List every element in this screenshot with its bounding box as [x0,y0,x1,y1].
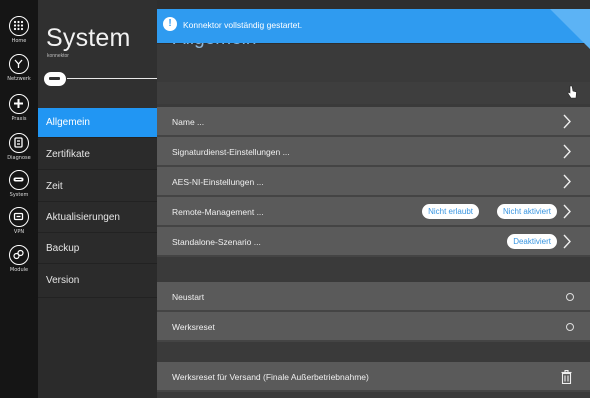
info-icon: ! [163,17,177,31]
actions-list: Neustart Werksreset [157,282,590,342]
rail-item-praxis[interactable]: Praxis [0,94,38,122]
setting-row-signaturdienst[interactable]: Signaturdienst-Einstellungen ... [157,137,590,167]
setting-row-remote-management[interactable]: Remote-Management ... Nicht erlaubt Nich… [157,197,590,227]
rail-item-netzwerk[interactable]: Netzwerk [0,54,38,82]
nav-item-version[interactable]: Version [38,266,157,298]
nav-item-zeit[interactable]: Zeit [38,172,157,202]
trash-icon[interactable] [561,370,572,384]
setting-row-aes-ni[interactable]: AES-NI-Einstellungen ... [157,167,590,197]
nav-item-zertifikate[interactable]: Zertifikate [38,140,157,170]
nav-item-allgemein[interactable]: Allgemein [38,108,157,138]
main-content: Allgemein ! Konnektor vollständig gestar… [157,0,590,398]
action-label: Werksreset [172,322,215,332]
rail-label: Netzwerk [7,76,31,82]
chevron-right-icon [563,174,571,189]
setting-label: Standalone-Szenario ... [172,237,261,247]
status-badge: Nicht erlaubt [422,204,479,219]
rail-label: Home [11,38,27,44]
rail-label: System [9,192,29,198]
status-badge: Nicht aktiviert [496,204,557,219]
section-nav: System konnektor Allgemein Zertifikate Z… [38,0,157,398]
app-rail: Home Netzwerk Praxis Diagnose System VPN [0,0,38,398]
banner-corner-ribbon [550,9,590,49]
connector-divider [67,78,157,79]
rail-label: Module [9,267,29,273]
rail-item-vpn[interactable]: VPN [0,207,38,235]
action-label: Neustart [172,292,205,302]
rail-item-diagnose[interactable]: Diagnose [0,133,38,161]
section-subtitle: konnektor [47,53,69,59]
action-row-neustart[interactable]: Neustart [157,282,590,312]
status-badge: Deaktiviert [507,234,557,249]
rail-label: Diagnose [7,155,31,161]
diagnose-icon [9,133,29,153]
action-row-werksreset-versand[interactable]: Werksreset für Versand (Finale Außerbetr… [157,362,590,392]
action-label: Werksreset für Versand (Finale Außerbetr… [172,372,369,382]
nav-item-aktualisierungen[interactable]: Aktualisierungen [38,203,157,233]
nav-item-backup[interactable]: Backup [38,234,157,264]
rail-label: VPN [13,229,25,235]
setting-label: AES-NI-Einstellungen ... [172,177,264,187]
rail-item-system[interactable]: System [0,170,38,198]
hand-cursor-icon [567,85,577,99]
content-toolbar [157,82,590,104]
connector-icon [44,72,66,86]
grid-icon [9,16,29,36]
setting-label: Signaturdienst-Einstellungen ... [172,147,290,157]
notification-banner[interactable]: ! Konnektor vollständig gestartet. [157,9,590,43]
setting-row-standalone[interactable]: Standalone-Szenario ... Deaktiviert [157,227,590,257]
chevron-right-icon [563,114,571,129]
chevron-right-icon [563,144,571,159]
praxis-icon [9,94,29,114]
system-icon [9,170,29,190]
nav-header: System konnektor [38,0,157,108]
rail-item-module[interactable]: Module [0,245,38,273]
chevron-right-icon [563,204,571,219]
radio-icon[interactable] [566,323,574,331]
setting-row-name[interactable]: Name ... [157,107,590,137]
setting-label: Name ... [172,117,205,127]
vpn-icon [9,207,29,227]
chevron-right-icon [563,234,571,249]
network-icon [9,54,29,74]
module-icon [9,245,29,265]
notification-text: Konnektor vollständig gestartet. [183,20,303,30]
radio-icon[interactable] [566,293,574,301]
section-title: System [46,24,131,52]
settings-list: Name ... Signaturdienst-Einstellungen ..… [157,107,590,257]
danger-list: Werksreset für Versand (Finale Außerbetr… [157,362,590,392]
rail-item-home[interactable]: Home [0,16,38,44]
setting-label: Remote-Management ... [172,207,264,217]
rail-label: Praxis [11,116,27,122]
action-row-werksreset[interactable]: Werksreset [157,312,590,342]
